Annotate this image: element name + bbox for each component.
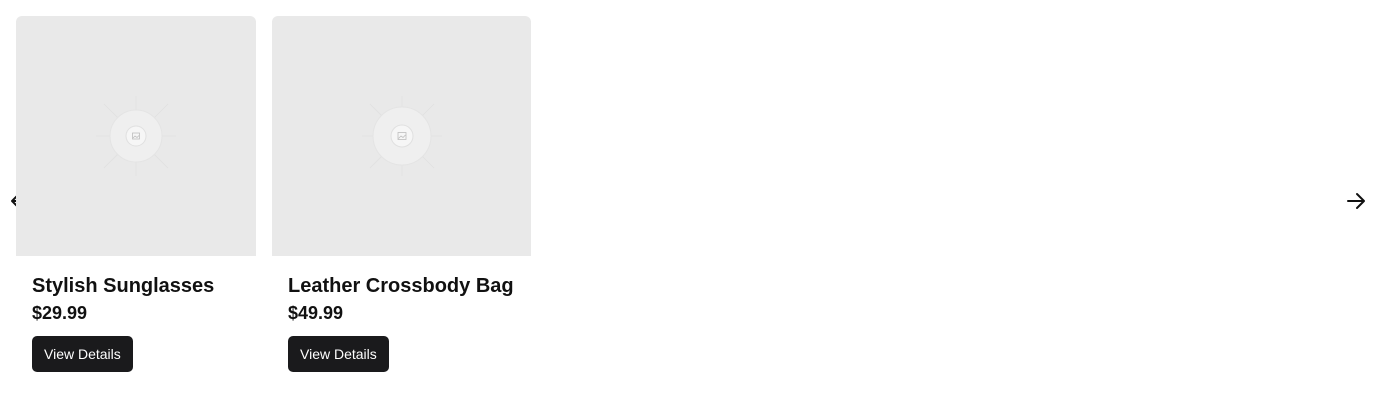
product-card: Leather Crossbody Bag $49.99 View Detail… xyxy=(272,16,531,372)
view-details-button[interactable]: View Details xyxy=(288,336,389,372)
arrow-right-icon xyxy=(1347,193,1365,209)
product-info: Stylish Sunglasses $29.99 View Details xyxy=(16,256,256,372)
product-price: $29.99 xyxy=(32,303,88,323)
product-image xyxy=(16,16,256,256)
product-price: $49.99 xyxy=(288,303,344,323)
product-image xyxy=(272,16,531,256)
product-title: Leather Crossbody Bag xyxy=(288,275,514,297)
product-info: Leather Crossbody Bag $49.99 View Detail… xyxy=(272,256,531,372)
view-details-button[interactable]: View Details xyxy=(32,336,133,372)
product-card: Stylish Sunglasses $29.99 View Details xyxy=(16,16,256,372)
product-title: Stylish Sunglasses xyxy=(32,275,215,297)
image-placeholder-icon xyxy=(361,96,442,176)
carousel-track: Stylish Sunglasses $29.99 View Details L… xyxy=(16,16,531,372)
product-carousel: Stylish Sunglasses $29.99 View Details L… xyxy=(0,0,1376,404)
carousel-next-button[interactable] xyxy=(1344,189,1368,213)
image-placeholder-icon xyxy=(96,96,176,176)
